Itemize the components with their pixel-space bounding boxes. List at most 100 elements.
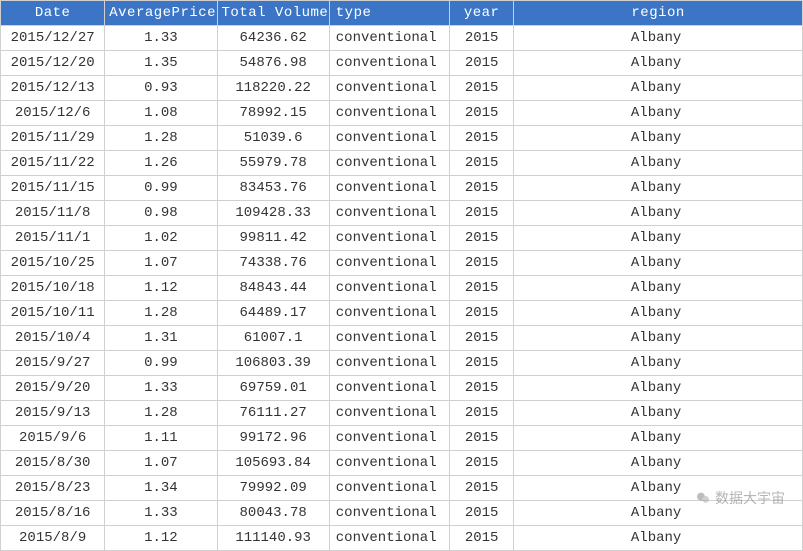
cell-type[interactable]: conventional bbox=[329, 126, 449, 151]
cell-type[interactable]: conventional bbox=[329, 501, 449, 526]
cell-date[interactable]: 2015/8/30 bbox=[1, 451, 105, 476]
cell-type[interactable]: conventional bbox=[329, 251, 449, 276]
cell-volume[interactable]: 78992.15 bbox=[217, 101, 329, 126]
cell-type[interactable]: conventional bbox=[329, 426, 449, 451]
cell-price[interactable]: 1.28 bbox=[105, 126, 217, 151]
cell-volume[interactable]: 99811.42 bbox=[217, 226, 329, 251]
cell-volume[interactable]: 55979.78 bbox=[217, 151, 329, 176]
cell-type[interactable]: conventional bbox=[329, 226, 449, 251]
cell-type[interactable]: conventional bbox=[329, 151, 449, 176]
cell-price[interactable]: 0.99 bbox=[105, 351, 217, 376]
cell-year[interactable]: 2015 bbox=[450, 401, 514, 426]
cell-date[interactable]: 2015/10/4 bbox=[1, 326, 105, 351]
cell-region[interactable]: Albany bbox=[514, 201, 803, 226]
cell-volume[interactable]: 111140.93 bbox=[217, 526, 329, 551]
table-row[interactable]: 2015/12/61.0878992.15conventional2015Alb… bbox=[1, 101, 803, 126]
cell-volume[interactable]: 84843.44 bbox=[217, 276, 329, 301]
table-row[interactable]: 2015/8/301.07105693.84conventional2015Al… bbox=[1, 451, 803, 476]
cell-volume[interactable]: 54876.98 bbox=[217, 51, 329, 76]
cell-date[interactable]: 2015/10/25 bbox=[1, 251, 105, 276]
cell-date[interactable]: 2015/12/27 bbox=[1, 26, 105, 51]
cell-price[interactable]: 1.33 bbox=[105, 501, 217, 526]
cell-region[interactable]: Albany bbox=[514, 176, 803, 201]
cell-year[interactable]: 2015 bbox=[450, 426, 514, 451]
cell-type[interactable]: conventional bbox=[329, 276, 449, 301]
table-row[interactable]: 2015/9/61.1199172.96conventional2015Alba… bbox=[1, 426, 803, 451]
cell-price[interactable]: 1.12 bbox=[105, 526, 217, 551]
table-row[interactable]: 2015/10/181.1284843.44conventional2015Al… bbox=[1, 276, 803, 301]
cell-year[interactable]: 2015 bbox=[450, 76, 514, 101]
cell-price[interactable]: 1.35 bbox=[105, 51, 217, 76]
cell-price[interactable]: 0.98 bbox=[105, 201, 217, 226]
cell-date[interactable]: 2015/11/29 bbox=[1, 126, 105, 151]
cell-region[interactable]: Albany bbox=[514, 76, 803, 101]
col-header-price[interactable]: AveragePrice bbox=[105, 1, 217, 26]
cell-region[interactable]: Albany bbox=[514, 501, 803, 526]
table-row[interactable]: 2015/12/271.3364236.62conventional2015Al… bbox=[1, 26, 803, 51]
col-header-date[interactable]: Date bbox=[1, 1, 105, 26]
cell-year[interactable]: 2015 bbox=[450, 326, 514, 351]
cell-region[interactable]: Albany bbox=[514, 226, 803, 251]
cell-region[interactable]: Albany bbox=[514, 151, 803, 176]
table-row[interactable]: 2015/11/150.9983453.76conventional2015Al… bbox=[1, 176, 803, 201]
cell-date[interactable]: 2015/12/20 bbox=[1, 51, 105, 76]
cell-type[interactable]: conventional bbox=[329, 176, 449, 201]
table-row[interactable]: 2015/10/251.0774338.76conventional2015Al… bbox=[1, 251, 803, 276]
cell-price[interactable]: 1.07 bbox=[105, 251, 217, 276]
cell-type[interactable]: conventional bbox=[329, 451, 449, 476]
cell-price[interactable]: 0.93 bbox=[105, 76, 217, 101]
cell-year[interactable]: 2015 bbox=[450, 276, 514, 301]
table-row[interactable]: 2015/9/270.99106803.39conventional2015Al… bbox=[1, 351, 803, 376]
cell-volume[interactable]: 79992.09 bbox=[217, 476, 329, 501]
col-header-type[interactable]: type bbox=[329, 1, 449, 26]
cell-region[interactable]: Albany bbox=[514, 26, 803, 51]
cell-type[interactable]: conventional bbox=[329, 476, 449, 501]
cell-date[interactable]: 2015/8/23 bbox=[1, 476, 105, 501]
cell-volume[interactable]: 83453.76 bbox=[217, 176, 329, 201]
cell-price[interactable]: 1.28 bbox=[105, 401, 217, 426]
cell-year[interactable]: 2015 bbox=[450, 226, 514, 251]
cell-volume[interactable]: 109428.33 bbox=[217, 201, 329, 226]
cell-year[interactable]: 2015 bbox=[450, 526, 514, 551]
cell-volume[interactable]: 69759.01 bbox=[217, 376, 329, 401]
col-header-volume[interactable]: Total Volume bbox=[217, 1, 329, 26]
cell-region[interactable]: Albany bbox=[514, 476, 803, 501]
cell-region[interactable]: Albany bbox=[514, 251, 803, 276]
cell-price[interactable]: 1.26 bbox=[105, 151, 217, 176]
cell-type[interactable]: conventional bbox=[329, 101, 449, 126]
cell-region[interactable]: Albany bbox=[514, 301, 803, 326]
cell-region[interactable]: Albany bbox=[514, 351, 803, 376]
cell-type[interactable]: conventional bbox=[329, 326, 449, 351]
cell-volume[interactable]: 118220.22 bbox=[217, 76, 329, 101]
cell-date[interactable]: 2015/9/20 bbox=[1, 376, 105, 401]
col-header-region[interactable]: region bbox=[514, 1, 803, 26]
cell-price[interactable]: 1.33 bbox=[105, 376, 217, 401]
cell-region[interactable]: Albany bbox=[514, 451, 803, 476]
cell-volume[interactable]: 99172.96 bbox=[217, 426, 329, 451]
cell-year[interactable]: 2015 bbox=[450, 51, 514, 76]
cell-type[interactable]: conventional bbox=[329, 76, 449, 101]
cell-price[interactable]: 1.08 bbox=[105, 101, 217, 126]
cell-date[interactable]: 2015/10/18 bbox=[1, 276, 105, 301]
cell-date[interactable]: 2015/9/6 bbox=[1, 426, 105, 451]
cell-price[interactable]: 1.12 bbox=[105, 276, 217, 301]
cell-region[interactable]: Albany bbox=[514, 326, 803, 351]
col-header-year[interactable]: year bbox=[450, 1, 514, 26]
table-row[interactable]: 2015/12/201.3554876.98conventional2015Al… bbox=[1, 51, 803, 76]
cell-year[interactable]: 2015 bbox=[450, 476, 514, 501]
cell-year[interactable]: 2015 bbox=[450, 201, 514, 226]
cell-volume[interactable]: 106803.39 bbox=[217, 351, 329, 376]
cell-type[interactable]: conventional bbox=[329, 51, 449, 76]
table-row[interactable]: 2015/8/231.3479992.09conventional2015Alb… bbox=[1, 476, 803, 501]
cell-year[interactable]: 2015 bbox=[450, 451, 514, 476]
table-row[interactable]: 2015/10/111.2864489.17conventional2015Al… bbox=[1, 301, 803, 326]
cell-date[interactable]: 2015/9/27 bbox=[1, 351, 105, 376]
cell-volume[interactable]: 61007.1 bbox=[217, 326, 329, 351]
cell-year[interactable]: 2015 bbox=[450, 301, 514, 326]
cell-year[interactable]: 2015 bbox=[450, 501, 514, 526]
cell-year[interactable]: 2015 bbox=[450, 176, 514, 201]
cell-price[interactable]: 1.33 bbox=[105, 26, 217, 51]
cell-volume[interactable]: 74338.76 bbox=[217, 251, 329, 276]
cell-type[interactable]: conventional bbox=[329, 351, 449, 376]
cell-type[interactable]: conventional bbox=[329, 201, 449, 226]
